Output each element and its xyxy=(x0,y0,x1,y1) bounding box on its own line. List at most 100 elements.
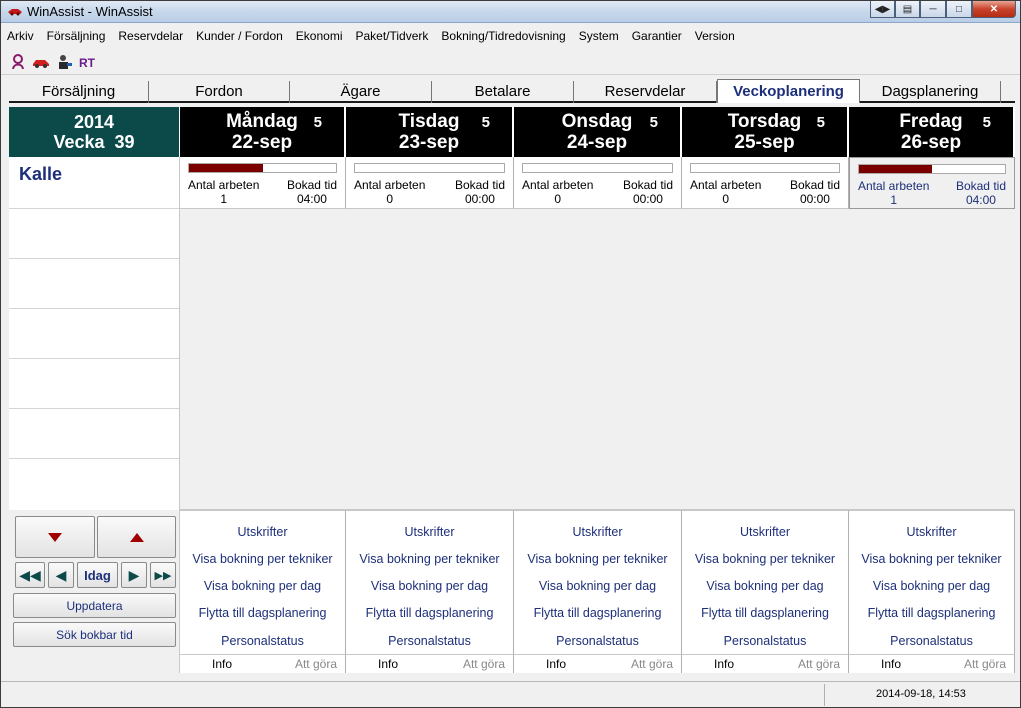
job-count: Antal arbeten 0 xyxy=(690,178,761,206)
export-icon[interactable]: ▤ xyxy=(895,1,920,18)
day-date: 26-sep xyxy=(900,132,962,153)
first-week-button[interactable]: ◀◀ xyxy=(15,562,45,588)
menu-kunder-fordon[interactable]: Kunder / Fordon xyxy=(190,27,290,47)
empty-row xyxy=(9,359,179,409)
technician-row[interactable]: Kalle xyxy=(9,157,179,209)
bookings-per-technician-link[interactable]: Visa bokning per tekniker xyxy=(682,552,848,566)
todo-tab[interactable]: Att göra xyxy=(463,657,505,671)
bookings-per-day-link[interactable]: Visa bokning per dag xyxy=(514,579,681,593)
menu-system[interactable]: System xyxy=(573,27,626,47)
prev-week-button[interactable]: ◀ xyxy=(48,562,74,588)
bookings-per-technician-link[interactable]: Visa bokning per tekniker xyxy=(346,552,513,566)
tab-reservdelar[interactable]: Reservdelar xyxy=(574,81,717,103)
bookings-per-day-link[interactable]: Visa bokning per dag xyxy=(180,579,345,593)
print-link[interactable]: Utskrifter xyxy=(180,525,345,539)
arrow-up-icon xyxy=(129,532,144,542)
day-header[interactable]: Torsdag 25-sep 5 xyxy=(682,107,847,157)
menu-forsaljning[interactable]: Försäljning xyxy=(41,27,113,47)
resize-icon[interactable]: ◀▶ xyxy=(870,1,895,18)
day-header[interactable]: Måndag 22-sep 5 xyxy=(180,107,344,157)
tab-veckoplanering[interactable]: Veckoplanering xyxy=(717,79,860,103)
booked-time: Bokad tid 04:00 xyxy=(287,178,337,206)
bookings-per-technician-link[interactable]: Visa bokning per tekniker xyxy=(849,552,1014,566)
day-summary[interactable]: Antal arbeten 0 Bokad tid 00:00 xyxy=(514,157,682,209)
tab-fordon[interactable]: Fordon xyxy=(149,81,290,103)
bookings-per-technician-link[interactable]: Visa bokning per tekniker xyxy=(514,552,681,566)
menu-arkiv[interactable]: Arkiv xyxy=(1,27,41,47)
move-to-dayplan-link[interactable]: Flytta till dagsplanering xyxy=(514,606,681,620)
staff-status-link[interactable]: Personalstatus xyxy=(514,634,681,648)
print-link[interactable]: Utskrifter xyxy=(682,525,848,539)
search-bookable-time-button[interactable]: Sök bokbar tid xyxy=(13,622,176,647)
todo-tab[interactable]: Att göra xyxy=(631,657,673,671)
tab-forsaljning[interactable]: Försäljning xyxy=(9,81,149,103)
booked-time-value: 04:00 xyxy=(965,193,996,207)
menu-reservdelar[interactable]: Reservdelar xyxy=(112,27,190,47)
day-header[interactable]: Onsdag 24-sep 5 xyxy=(514,107,680,157)
info-tab[interactable]: Info xyxy=(881,657,901,671)
print-link[interactable]: Utskrifter xyxy=(849,525,1014,539)
day-actions: Utskrifter Visa bokning per tekniker Visa … xyxy=(682,510,849,654)
day-header[interactable]: Fredag 26-sep 5 xyxy=(849,107,1013,157)
booking-area[interactable] xyxy=(180,209,1015,510)
menu-ekonomi[interactable]: Ekonomi xyxy=(290,27,350,47)
job-count-label: Antal arbeten xyxy=(354,178,426,192)
bookings-per-technician-link[interactable]: Visa bokning per tekniker xyxy=(180,552,345,566)
menu-version[interactable]: Version xyxy=(689,27,742,47)
menu-garantier[interactable]: Garantier xyxy=(626,27,689,47)
bookings-per-day-link[interactable]: Visa bokning per dag xyxy=(849,579,1014,593)
day-summary[interactable]: Antal arbeten 1 Bokad tid 04:00 xyxy=(180,157,346,209)
menu-bokning[interactable]: Bokning/Tidredovisning xyxy=(435,27,572,47)
day-summary[interactable]: Antal arbeten 0 Bokad tid 00:00 xyxy=(346,157,514,209)
day-date: 22-sep xyxy=(231,132,293,153)
day-header[interactable]: Tisdag 23-sep 5 xyxy=(346,107,512,157)
status-datetime: 2014-09-18, 14:53 xyxy=(876,688,966,700)
move-to-dayplan-link[interactable]: Flytta till dagsplanering xyxy=(849,606,1014,620)
rt-button[interactable]: RT xyxy=(79,56,95,70)
print-link[interactable]: Utskrifter xyxy=(514,525,681,539)
tab-dagsplanering[interactable]: Dagsplanering xyxy=(860,81,1001,103)
move-to-dayplan-link[interactable]: Flytta till dagsplanering xyxy=(180,606,345,620)
booked-time-value: 00:00 xyxy=(632,192,663,206)
car-icon[interactable] xyxy=(32,54,50,70)
today-button[interactable]: Idag xyxy=(77,562,118,588)
todo-tab[interactable]: Att göra xyxy=(295,657,337,671)
day-info-bar: Info Att göra xyxy=(849,654,1015,673)
tab-betalare[interactable]: Betalare xyxy=(432,81,574,103)
staff-status-link[interactable]: Personalstatus xyxy=(180,634,345,648)
info-tab[interactable]: Info xyxy=(378,657,398,671)
day-summary[interactable]: Antal arbeten 0 Bokad tid 00:00 xyxy=(682,157,849,209)
staff-status-link[interactable]: Personalstatus xyxy=(346,634,513,648)
close-button[interactable]: ✕ xyxy=(972,1,1016,18)
bookings-per-day-link[interactable]: Visa bokning per dag xyxy=(682,579,848,593)
update-button[interactable]: Uppdatera xyxy=(13,593,176,618)
tab-agare[interactable]: Ägare xyxy=(290,81,432,103)
day-date: 25-sep xyxy=(734,132,795,153)
last-week-button[interactable]: ▶▶ xyxy=(150,562,176,588)
menu-paket-tidverk[interactable]: Paket/Tidverk xyxy=(349,27,435,47)
right-icon: ▶ xyxy=(128,566,140,583)
staff-icon[interactable] xyxy=(9,54,27,70)
person-icon[interactable] xyxy=(55,54,73,70)
info-tab[interactable]: Info xyxy=(546,657,566,671)
job-count-value: 1 xyxy=(890,193,898,207)
info-tab[interactable]: Info xyxy=(212,657,232,671)
staff-status-link[interactable]: Personalstatus xyxy=(849,634,1014,648)
maximize-button[interactable]: □ xyxy=(946,1,972,18)
day-count: 5 xyxy=(481,114,490,131)
info-tab[interactable]: Info xyxy=(714,657,734,671)
move-up-button[interactable] xyxy=(97,516,176,558)
staff-status-link[interactable]: Personalstatus xyxy=(682,634,848,648)
print-link[interactable]: Utskrifter xyxy=(346,525,513,539)
empty-row xyxy=(9,259,179,309)
move-down-button[interactable] xyxy=(15,516,95,558)
move-to-dayplan-link[interactable]: Flytta till dagsplanering xyxy=(682,606,848,620)
todo-tab[interactable]: Att göra xyxy=(964,657,1006,671)
minimize-button[interactable]: ─ xyxy=(920,1,946,18)
bookings-per-day-link[interactable]: Visa bokning per dag xyxy=(346,579,513,593)
move-to-dayplan-link[interactable]: Flytta till dagsplanering xyxy=(346,606,513,620)
day-summary[interactable]: Antal arbeten 1 Bokad tid 04:00 xyxy=(849,157,1015,209)
todo-tab[interactable]: Att göra xyxy=(798,657,840,671)
technician-name: Kalle xyxy=(19,164,63,184)
next-week-button[interactable]: ▶ xyxy=(121,562,147,588)
